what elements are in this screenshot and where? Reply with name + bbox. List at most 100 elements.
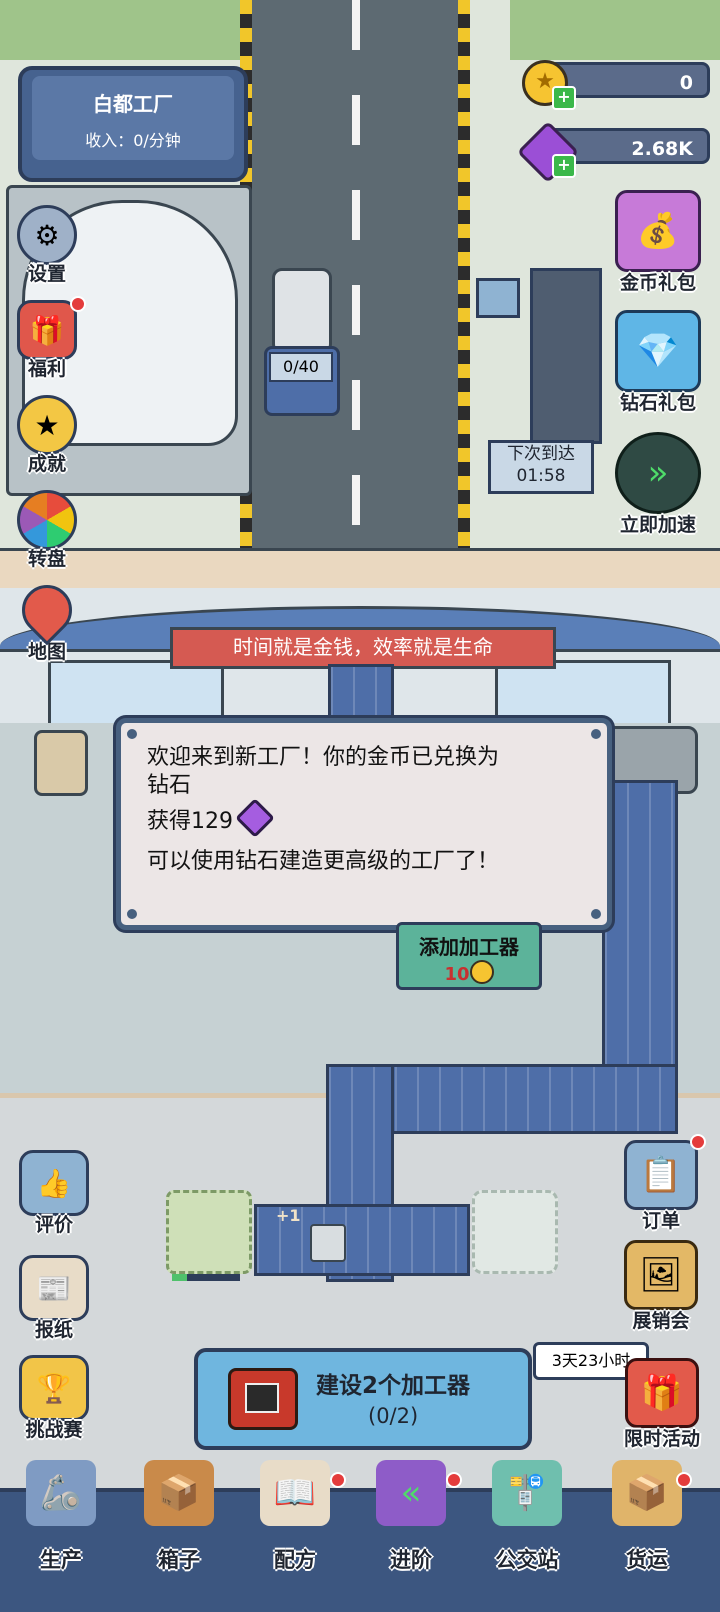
processor-icon — [228, 1368, 298, 1430]
notification-dot — [676, 1472, 692, 1488]
build-task-button[interactable]: 建设2个加工器 (0/2) — [194, 1348, 532, 1450]
map-button[interactable]: 地图 — [11, 574, 83, 664]
add-processor-button[interactable]: 添加加工器 10 — [396, 922, 542, 990]
add-coins-button[interactable]: + — [552, 86, 576, 110]
nav-bus-station[interactable]: 🚏 公交站 — [472, 1460, 582, 1600]
product-item — [310, 1224, 346, 1262]
notification-dot — [330, 1472, 346, 1488]
dialog-corner-bolt — [591, 909, 601, 919]
nav-recipes[interactable]: 📖 配方 — [240, 1460, 350, 1600]
coin-pack-button[interactable]: 💰 金币礼包 — [608, 190, 708, 295]
achievements-label: 成就 — [27, 453, 66, 475]
notification-dot — [690, 1134, 706, 1150]
nav-boxes-label: 箱子 — [158, 1548, 200, 1572]
nav-production-label: 生产 — [40, 1548, 82, 1572]
dialog-corner-bolt — [127, 729, 137, 739]
processor-machine[interactable] — [166, 1190, 252, 1274]
achievements-button[interactable]: ★ 成就 — [12, 395, 82, 476]
grass-right — [510, 0, 720, 60]
rating-button[interactable]: 👍 评价 — [14, 1150, 94, 1237]
build-task-title: 建设2个加工器 — [316, 1373, 471, 1399]
machine-output-popup: +1 — [276, 1206, 301, 1225]
gem-pack-button[interactable]: 💎 钻石礼包 — [608, 310, 708, 415]
add-processor-cost-value: 10 — [444, 964, 470, 985]
nav-freight[interactable]: 📦 货运 — [592, 1460, 702, 1600]
robot-arm-icon: 🦾 — [26, 1460, 96, 1526]
next-arrival-label: 下次到达 — [507, 444, 575, 464]
coin-chest-icon: 💰 — [615, 190, 701, 272]
wheel-icon — [17, 490, 77, 550]
bus-stop-sign — [476, 278, 520, 318]
dialog-line-2: 钻石 — [147, 773, 192, 798]
wheel-button[interactable]: 转盘 — [12, 490, 82, 571]
factory-window-right — [495, 660, 671, 726]
limited-event-label: 限时活动 — [623, 1428, 700, 1450]
crates-icon: 📦 — [144, 1460, 214, 1526]
speed-up-icon: » — [615, 432, 701, 514]
dialog-line-1: 欢迎来到新工厂！你的金币已兑换为 — [147, 745, 500, 770]
star-badge-icon: ★ — [17, 395, 77, 455]
settings-label: 设置 — [27, 263, 66, 285]
limited-gift-icon: 🎁 — [625, 1358, 699, 1428]
factory-name-panel[interactable]: 白都工厂 收入：0/分钟 — [18, 66, 248, 182]
cargo-icon: 📦 — [612, 1460, 682, 1526]
dialog-reward: 获得129 — [147, 798, 275, 838]
notification-dot — [70, 296, 86, 312]
reward-text: 获得129 — [147, 809, 233, 834]
clipboard-icon: 📋 — [624, 1140, 698, 1210]
road-hazard-stripe-right — [458, 0, 470, 560]
factory-roof — [0, 548, 720, 591]
build-task-progress: (0/2) — [368, 1404, 419, 1428]
gem-chest-icon: 💎 — [615, 310, 701, 392]
nav-boxes[interactable]: 📦 箱子 — [124, 1460, 234, 1600]
settings-button[interactable]: ⚙ 设置 — [12, 205, 82, 286]
next-arrival-time: 01:58 — [516, 466, 566, 486]
nav-advance-label: 进阶 — [390, 1548, 432, 1572]
welfare-label: 福利 — [27, 358, 66, 380]
coin-pack-label: 金币礼包 — [619, 272, 696, 294]
limited-event-button[interactable]: 🎁 限时活动 — [612, 1358, 712, 1451]
orders-button[interactable]: 📋 订单 — [616, 1134, 706, 1233]
newspaper-button[interactable]: 📰 报纸 — [14, 1255, 94, 1342]
wheel-label: 转盘 — [27, 548, 66, 570]
speed-up-label: 立即加速 — [619, 514, 696, 536]
upgrade-icon: « — [376, 1460, 446, 1526]
nav-recipes-label: 配方 — [274, 1548, 316, 1572]
challenge-button[interactable]: 🏆 挑战赛 — [8, 1355, 100, 1442]
dialog-line-3: 可以使用钻石建造更高级的工厂了！ — [147, 849, 500, 874]
welfare-button[interactable]: 🎁 福利 — [12, 296, 86, 381]
speed-up-button[interactable]: » 立即加速 — [608, 432, 708, 537]
welcome-dialog[interactable]: 欢迎来到新工厂！你的金币已兑换为 钻石 获得129 可以使用钻石建造更高级的工厂… — [116, 718, 612, 930]
challenge-label: 挑战赛 — [25, 1419, 83, 1441]
bus-stop-icon: 🚏 — [492, 1460, 562, 1526]
nav-freight-label: 货运 — [626, 1548, 668, 1572]
dialog-corner-bolt — [591, 729, 601, 739]
trophy-icon: 🏆 — [19, 1355, 89, 1421]
empty-machine-slot[interactable] — [472, 1190, 558, 1274]
recipe-book-icon: 📖 — [260, 1460, 330, 1526]
next-arrival-sign: 下次到达 01:58 — [488, 440, 594, 494]
thumbs-up-icon: 👍 — [19, 1150, 89, 1216]
exhibition-label: 展销会 — [632, 1310, 690, 1332]
add-processor-cost: 10 — [399, 960, 539, 985]
add-gems-button[interactable]: + — [552, 154, 576, 178]
dialog-corner-bolt — [127, 909, 137, 919]
gem-icon — [235, 798, 275, 838]
nav-advance[interactable]: « 进阶 — [356, 1460, 466, 1600]
tanker-truck[interactable]: 0/40 — [264, 268, 340, 416]
exhibition-icon: 🖼 — [624, 1240, 698, 1310]
exhibition-button[interactable]: 🖼 展销会 — [616, 1240, 706, 1333]
barrel-left — [34, 730, 88, 796]
notification-dot — [446, 1472, 462, 1488]
nav-production[interactable]: 🦾 生产 — [6, 1460, 116, 1600]
rating-label: 评价 — [34, 1214, 73, 1236]
gift-icon: 🎁 — [17, 300, 77, 360]
orders-label: 订单 — [641, 1210, 680, 1232]
factory-window-left — [48, 660, 224, 726]
unloading-machine — [530, 268, 602, 444]
coin-icon — [469, 960, 494, 984]
lane-marking — [352, 0, 360, 540]
newspaper-icon: 📰 — [19, 1255, 89, 1321]
factory-slogan: 时间就是金钱，效率就是生命 — [170, 627, 556, 669]
newspaper-label: 报纸 — [34, 1319, 73, 1341]
